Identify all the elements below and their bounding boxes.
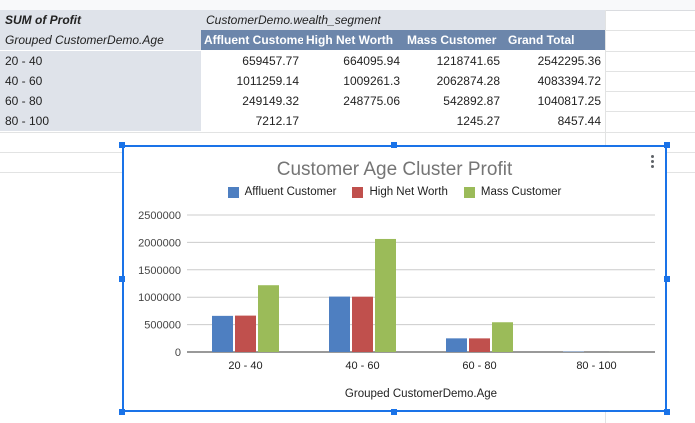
pivot-row-label[interactable]: 60 - 80 — [0, 91, 201, 111]
pivot-column-header[interactable]: Mass Customer — [404, 30, 504, 50]
pivot-column-header[interactable]: Grand Total — [504, 30, 605, 50]
y-tick-label: 2000000 — [138, 237, 181, 249]
pivot-cell[interactable]: 249149.32 — [201, 91, 303, 111]
pivot-cell[interactable]: 7212.17 — [201, 111, 303, 131]
pivot-row-group-label[interactable]: Grouped CustomerDemo.Age — [0, 30, 201, 50]
resize-handle[interactable] — [391, 409, 397, 415]
bar — [329, 296, 350, 352]
resize-handle[interactable] — [664, 142, 670, 148]
pivot-row-label[interactable]: 80 - 100 — [0, 111, 201, 131]
bar — [492, 322, 513, 352]
pivot-cell[interactable]: 1011259.14 — [201, 71, 303, 91]
bar — [446, 338, 467, 352]
pivot-cell[interactable]: 542892.87 — [404, 91, 504, 111]
x-tick-label: 80 - 100 — [576, 360, 616, 372]
pivot-cell[interactable]: 1009261.3 — [303, 71, 404, 91]
pivot-title[interactable]: SUM of Profit — [0, 10, 201, 30]
x-tick-label: 60 - 80 — [462, 360, 496, 372]
bar — [469, 338, 490, 352]
pivot-cell[interactable]: 1245.27 — [404, 111, 504, 131]
x-tick-label: 40 - 60 — [345, 360, 379, 372]
y-tick-label: 1000000 — [138, 292, 181, 304]
column-header[interactable] — [605, 0, 695, 11]
pivot-cell[interactable]: 1218741.65 — [404, 51, 504, 71]
chart-container[interactable]: Customer Age Cluster Profit Affluent Cus… — [122, 145, 667, 412]
pivot-cell[interactable]: 659457.77 — [201, 51, 303, 71]
bar — [352, 296, 373, 352]
bar-chart: 0 500000 1000000 1500000 2000000 2500000 20 - … — [138, 210, 655, 400]
pivot-cell[interactable]: 664095.94 — [303, 51, 404, 71]
pivot-cell[interactable]: 1040817.25 — [504, 91, 605, 111]
x-tick-label: 20 - 40 — [228, 360, 262, 372]
pivot-column-header[interactable]: High Net Worth — [303, 30, 404, 50]
pivot-cell[interactable]: 4083394.72 — [504, 71, 605, 91]
resize-handle[interactable] — [391, 142, 397, 148]
resize-handle[interactable] — [664, 409, 670, 415]
pivot-row-label[interactable]: 20 - 40 — [0, 51, 201, 71]
pivot-row-label[interactable]: 40 - 60 — [0, 71, 201, 91]
pivot-cell[interactable] — [303, 111, 404, 131]
y-tick-label: 1500000 — [138, 265, 181, 277]
bar — [375, 238, 396, 352]
bar — [258, 285, 279, 352]
pivot-cell[interactable]: 2542295.36 — [504, 51, 605, 71]
resize-handle[interactable] — [119, 276, 125, 282]
x-axis-title: Grouped CustomerDemo.Age — [345, 388, 497, 400]
pivot-cell[interactable]: 248775.06 — [303, 91, 404, 111]
pivot-cell[interactable]: 8457.44 — [504, 111, 605, 131]
pivot-column-group-label[interactable]: CustomerDemo.wealth_segment — [201, 10, 605, 30]
y-tick-label: 500000 — [144, 320, 181, 332]
pivot-cell[interactable]: 2062874.28 — [404, 71, 504, 91]
resize-handle[interactable] — [119, 409, 125, 415]
pivot-column-header[interactable]: Affluent Customer — [201, 30, 303, 50]
y-tick-label: 2500000 — [138, 210, 181, 222]
bar — [212, 315, 233, 352]
resize-handle[interactable] — [664, 276, 670, 282]
bar — [235, 315, 256, 352]
y-tick-label: 0 — [175, 347, 181, 359]
resize-handle[interactable] — [119, 142, 125, 148]
